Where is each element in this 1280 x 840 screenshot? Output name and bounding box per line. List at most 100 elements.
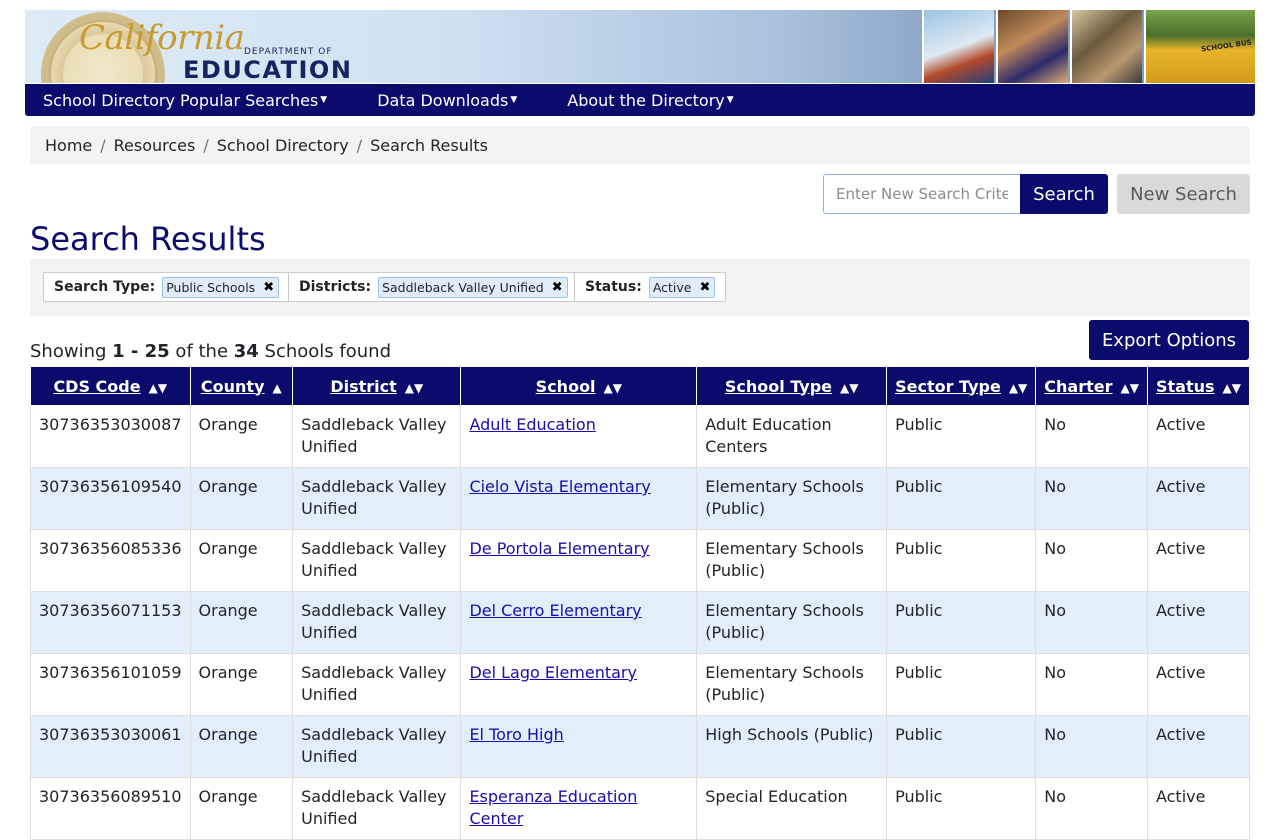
cell-school-type: Special Education: [696, 777, 888, 840]
cell-district: Saddleback Valley Unified: [292, 529, 462, 592]
sort-ascending-icon: ▲: [272, 380, 282, 395]
cell-charter: No: [1035, 777, 1148, 840]
caret-down-icon: ▼: [726, 95, 734, 105]
sort-both-icon: ▲▼: [1222, 380, 1241, 395]
cell-status: Active: [1146, 777, 1251, 840]
search-input[interactable]: [823, 174, 1021, 214]
cell-sector-type: Public: [886, 715, 1037, 778]
table-row: 30736356089510 Orange Saddleback Valley …: [30, 777, 1251, 840]
cell-status: Active: [1146, 715, 1251, 778]
nav-about-directory-label: About the Directory: [567, 90, 725, 110]
filter-bar: Search Type: Public Schools ✖ Districts:…: [30, 259, 1250, 316]
cell-county: Orange: [189, 777, 294, 840]
table-row: 30736356085336 Orange Saddleback Valley …: [30, 529, 1251, 592]
school-link[interactable]: El Toro High: [469, 725, 563, 744]
nav-data-downloads[interactable]: Data Downloads ▼: [359, 84, 535, 116]
cell-cds-code: 30736356109540: [30, 467, 191, 530]
cell-cds-code: 30736356071153: [30, 591, 191, 654]
cell-charter: No: [1035, 653, 1148, 716]
cell-county: Orange: [189, 467, 294, 530]
column-header-charter[interactable]: Charter ▲▼: [1035, 366, 1148, 406]
remove-filter-icon[interactable]: ✖: [263, 280, 274, 295]
summary-range: 1 - 25: [112, 341, 170, 362]
cell-county: Orange: [189, 715, 294, 778]
filter-label: Search Type:: [54, 279, 156, 295]
cell-status: Active: [1146, 653, 1251, 716]
cell-school-type: Elementary Schools (Public): [696, 467, 888, 530]
summary-prefix: Showing: [30, 341, 113, 362]
filter-status: Status: Active ✖: [574, 272, 727, 302]
school-link[interactable]: Del Lago Elementary: [469, 663, 637, 682]
school-link[interactable]: De Portola Elementary: [469, 539, 649, 558]
breadcrumb-resources[interactable]: Resources: [114, 136, 196, 155]
table-header-row: CDS Code ▲▼ County ▲ District ▲▼ School ▲▼ S…: [30, 366, 1251, 406]
logo-california[interactable]: California: [79, 18, 245, 58]
school-link[interactable]: Esperanza Education Center: [469, 787, 637, 828]
cell-county: Orange: [189, 529, 294, 592]
remove-filter-icon[interactable]: ✖: [552, 280, 563, 295]
column-header-school-type[interactable]: School Type ▲▼: [696, 366, 888, 406]
cell-cds-code: 30736356101059: [30, 653, 191, 716]
breadcrumb-school-directory[interactable]: School Directory: [217, 136, 349, 155]
filter-chip: Saddleback Valley Unified ✖: [378, 276, 568, 298]
column-header-status[interactable]: Status ▲▼: [1146, 366, 1251, 406]
nav-popular-searches[interactable]: School Directory Popular Searches ▼: [25, 84, 345, 116]
filter-chip: Active ✖: [648, 276, 716, 298]
filter-districts: Districts: Saddleback Valley Unified ✖: [288, 272, 579, 302]
column-header-county[interactable]: County ▲: [189, 366, 294, 406]
column-header-sector-type[interactable]: Sector Type ▲▼: [886, 366, 1037, 406]
caret-down-icon: ▼: [320, 95, 328, 105]
cell-charter: No: [1035, 591, 1148, 654]
caret-down-icon: ▼: [510, 95, 518, 105]
breadcrumb: Home / Resources / School Directory / Se…: [30, 126, 1250, 164]
nav-about-directory[interactable]: About the Directory ▼: [549, 84, 751, 116]
cell-district: Saddleback Valley Unified: [292, 405, 462, 468]
cell-sector-type: Public: [886, 653, 1037, 716]
school-link[interactable]: Cielo Vista Elementary: [469, 477, 650, 496]
sort-both-icon: ▲▼: [603, 380, 623, 395]
column-header-label: Sector Type: [895, 376, 1001, 396]
column-header-label: District: [330, 376, 397, 396]
filter-chip-value: Active: [652, 279, 692, 295]
cell-school-type: Adult Education Centers: [696, 405, 888, 468]
banner-photo-globe: [922, 10, 994, 83]
column-header-cds-code[interactable]: CDS Code ▲▼: [30, 366, 191, 406]
nav-popular-searches-label: School Directory Popular Searches: [43, 90, 319, 110]
summary-total: 34: [233, 341, 259, 362]
search-button[interactable]: Search: [1020, 174, 1108, 214]
table-row: 30736356101059 Orange Saddleback Valley …: [30, 653, 1251, 716]
nav-data-downloads-label: Data Downloads: [377, 90, 509, 110]
export-options-button[interactable]: Export Options: [1089, 320, 1249, 360]
column-header-label: CDS Code: [53, 376, 141, 396]
logo-education[interactable]: EDUCATION: [183, 56, 352, 83]
cell-sector-type: Public: [886, 529, 1037, 592]
cell-district: Saddleback Valley Unified: [292, 777, 462, 840]
cell-cds-code: 30736353030087: [30, 405, 191, 468]
school-link[interactable]: Del Cerro Elementary: [469, 601, 641, 620]
cell-school: Adult Education: [460, 405, 698, 468]
cell-status: Active: [1146, 529, 1251, 592]
remove-filter-icon[interactable]: ✖: [700, 280, 711, 295]
breadcrumb-separator: /: [203, 135, 209, 155]
page-title: Search Results: [30, 220, 266, 258]
cell-status: Active: [1146, 591, 1251, 654]
cell-sector-type: Public: [886, 777, 1037, 840]
cell-sector-type: Public: [886, 467, 1037, 530]
column-header-district[interactable]: District ▲▼: [292, 366, 462, 406]
sort-both-icon: ▲▼: [1120, 380, 1139, 395]
sort-both-icon: ▲▼: [148, 380, 168, 395]
column-header-school[interactable]: School ▲▼: [460, 366, 698, 406]
column-header-label: School Type: [724, 376, 833, 396]
cell-charter: No: [1035, 715, 1148, 778]
table-row: 30736353030087 Orange Saddleback Valley …: [30, 405, 1251, 468]
new-search-button[interactable]: New Search: [1117, 174, 1250, 214]
table-row: 30736356109540 Orange Saddleback Valley …: [30, 467, 1251, 530]
column-header-label: School: [535, 376, 596, 396]
filter-chip-value: Saddleback Valley Unified: [382, 279, 544, 295]
school-link[interactable]: Adult Education: [469, 415, 595, 434]
cell-cds-code: 30736356089510: [30, 777, 191, 840]
breadcrumb-home[interactable]: Home: [45, 136, 92, 155]
cell-status: Active: [1146, 405, 1251, 468]
cell-school: Del Lago Elementary: [460, 653, 698, 716]
sort-both-icon: ▲▼: [404, 380, 424, 395]
